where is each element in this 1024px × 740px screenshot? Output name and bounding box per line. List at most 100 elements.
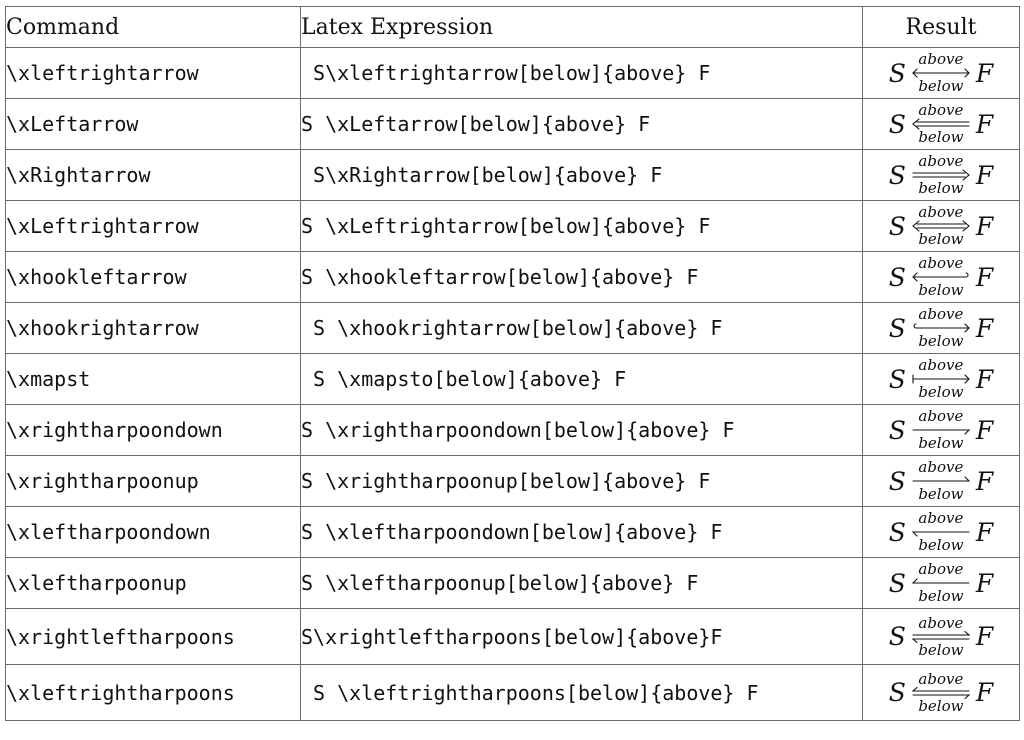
arrow-above-label: above [918, 50, 964, 68]
expression-cell: S\xRightarrow[below]{above} F [300, 149, 863, 201]
result-cell: S above below F [862, 200, 1020, 252]
expression-cell: S\xleftrightarrow[below]{above} F [300, 47, 863, 99]
expression-cell: S \xhookrightarrow[below]{above} F [300, 302, 863, 354]
result-cell: S above below F [862, 404, 1020, 456]
arrow-above-label: above [918, 254, 964, 272]
command-cell: \xrightleftharpoons [5, 608, 301, 665]
result-left-symbol: S [888, 517, 906, 547]
extensible-arrow: above below [911, 52, 971, 94]
extensible-arrow: above below [911, 409, 971, 451]
rendered-result: S above below F [884, 409, 999, 451]
header-row: Command Latex Expression Result [5, 6, 1020, 48]
rendered-result: S above below F [884, 103, 999, 145]
extensible-arrow: above below [911, 460, 971, 502]
arrow-above-label: above [918, 669, 964, 688]
result-left-symbol: S [888, 211, 906, 241]
command-cell: \xLeftarrow [5, 98, 301, 150]
arrow-below-label: below [918, 332, 964, 350]
extensible-arrow: above below [911, 358, 971, 400]
command-cell: \xhookrightarrow [5, 302, 301, 354]
rendered-result: S above below F [884, 154, 999, 196]
expression-cell: S \xleftharpoondown[below]{above} F [300, 506, 863, 558]
result-right-symbol: F [975, 622, 994, 651]
command-cell: \xleftharpoondown [5, 506, 301, 558]
expression-cell: S \xLeftrightarrow[below]{above} F [300, 200, 863, 252]
extensible-arrow: above below [911, 669, 971, 715]
arrow-above-label: above [918, 305, 964, 323]
expression-cell: S \xrightharpoonup[below]{above} F [300, 455, 863, 507]
command-cell: \xrightharpoondown [5, 404, 301, 456]
extensible-arrow: above below [911, 307, 971, 349]
result-cell: S above below F [862, 98, 1020, 150]
rendered-result: S above below F [884, 205, 999, 247]
latex-arrow-table: Command Latex Expression Result \xleftri… [5, 6, 1020, 721]
arrow-below-label: below [918, 179, 964, 197]
result-right-symbol: F [975, 415, 994, 445]
expression-cell: S\xrightleftharpoons[below]{above}F [300, 608, 863, 665]
rendered-result: S above below F [884, 52, 999, 94]
table-row-Leftarrow: \xLeftarrow S \xLeftarrow[below]{above} … [5, 98, 1020, 150]
extensible-arrow: above below [911, 613, 971, 658]
result-cell: S above below F [862, 506, 1020, 558]
expression-cell: S \xLeftarrow[below]{above} F [300, 98, 863, 150]
result-left-symbol: S [888, 678, 906, 707]
table-row-leftrightarrow: \xleftrightarrow S\xleftrightarrow[below… [5, 47, 1020, 99]
command-cell: \xrightharpoonup [5, 455, 301, 507]
result-cell: S above below F [862, 557, 1020, 609]
result-left-symbol: S [888, 262, 906, 292]
arrow-below-label: below [918, 77, 964, 95]
result-right-symbol: F [975, 109, 994, 139]
arrow-below-label: below [918, 696, 964, 715]
arrow-above-label: above [918, 203, 964, 221]
arrow-below-label: below [918, 128, 964, 146]
result-left-symbol: S [888, 109, 906, 139]
rendered-result: S above below F [884, 358, 999, 400]
result-left-symbol: S [888, 364, 906, 394]
result-right-symbol: F [975, 466, 994, 496]
result-left-symbol: S [888, 415, 906, 445]
rendered-result: S above below F [884, 669, 999, 715]
result-cell: S above below F [862, 149, 1020, 201]
arrow-above-label: above [918, 613, 964, 632]
arrow-above-label: above [918, 407, 964, 425]
extensible-arrow: above below [911, 103, 971, 145]
command-cell: \xhookleftarrow [5, 251, 301, 303]
result-cell: S above below F [862, 608, 1020, 665]
table-row-leftharpoondown: \xleftharpoondown S \xleftharpoondown[be… [5, 506, 1020, 558]
rendered-result: S above below F [884, 613, 999, 658]
result-cell: S above below F [862, 353, 1020, 405]
result-right-symbol: F [975, 160, 994, 190]
table-row-rightharpoonup: \xrightharpoonup S \xrightharpoonup[belo… [5, 455, 1020, 507]
expression-cell: S \xhookleftarrow[below]{above} F [300, 251, 863, 303]
extensible-arrow: above below [911, 154, 971, 196]
extensible-arrow: above below [911, 511, 971, 553]
result-cell: S above below F [862, 302, 1020, 354]
result-right-symbol: F [975, 568, 994, 598]
command-cell: \xleftrightarrow [5, 47, 301, 99]
arrow-above-label: above [918, 101, 964, 119]
arrow-below-label: below [918, 587, 964, 605]
result-right-symbol: F [975, 211, 994, 241]
result-right-symbol: F [975, 313, 994, 343]
arrow-below-label: below [918, 281, 964, 299]
command-cell: \xleftharpoonup [5, 557, 301, 609]
result-left-symbol: S [888, 568, 906, 598]
table-row-Leftrightarrow: \xLeftrightarrow S \xLeftrightarrow[belo… [5, 200, 1020, 252]
result-left-symbol: S [888, 466, 906, 496]
table-row-leftrightharpoons: \xleftrightharpoons S \xleftrightharpoon… [5, 664, 1020, 721]
table-row-hookleftarrow: \xhookleftarrow S \xhookleftarrow[below]… [5, 251, 1020, 303]
arrow-below-label: below [918, 434, 964, 452]
rendered-result: S above below F [884, 562, 999, 604]
header-command: Command [5, 6, 301, 48]
command-cell: \xLeftrightarrow [5, 200, 301, 252]
expression-cell: S \xleftharpoonup[below]{above} F [300, 557, 863, 609]
header-latex-expression: Latex Expression [300, 6, 863, 48]
result-cell: S above below F [862, 455, 1020, 507]
arrow-above-label: above [918, 458, 964, 476]
table-row-mapsto: \xmapst S \xmapsto[below]{above} F S abo… [5, 353, 1020, 405]
result-right-symbol: F [975, 58, 994, 88]
expression-cell: S \xmapsto[below]{above} F [300, 353, 863, 405]
header-result: Result [862, 6, 1020, 48]
arrow-above-label: above [918, 560, 964, 578]
extensible-arrow: above below [911, 562, 971, 604]
